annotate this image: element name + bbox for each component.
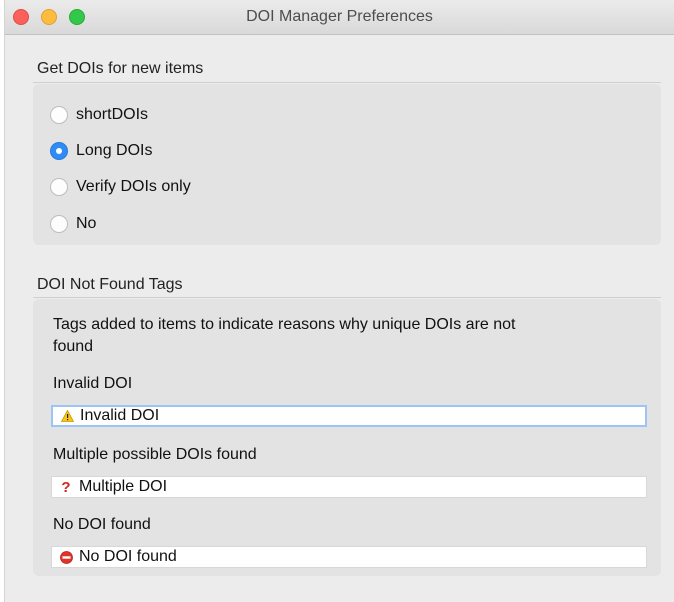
invalid-doi-label: Invalid DOI xyxy=(53,375,133,392)
radio-long-dois[interactable]: Long DOIs xyxy=(50,139,152,163)
radio-circle-icon[interactable] xyxy=(50,178,68,196)
question-icon: ? xyxy=(61,478,71,496)
invalid-doi-tag-field[interactable]: Invalid DOI xyxy=(51,405,647,427)
radio-shortdois[interactable]: shortDOIs xyxy=(50,103,148,127)
radio-label: Long DOIs xyxy=(76,142,153,159)
multiple-doi-tag-field[interactable]: ? Multiple DOI xyxy=(51,476,647,498)
multiple-doi-tag-value: Multiple DOI xyxy=(79,478,168,495)
no-doi-found-label: No DOI found xyxy=(53,516,151,533)
window-title: DOI Manager Preferences xyxy=(246,8,433,25)
section-divider xyxy=(33,82,661,83)
multiple-dois-label: Multiple possible DOIs found xyxy=(53,446,257,463)
no-doi-found-tag-field[interactable]: No DOI found xyxy=(51,546,647,568)
no-entry-icon xyxy=(59,550,73,564)
preferences-window: DOI Manager Preferences Get DOIs for new… xyxy=(4,0,674,602)
title-bar: DOI Manager Preferences xyxy=(5,0,674,35)
tags-description-line1: Tags added to items to indicate reasons … xyxy=(53,316,516,333)
radio-label: shortDOIs xyxy=(76,106,149,123)
radio-circle-icon[interactable] xyxy=(50,106,68,124)
radio-label: Verify DOIs only xyxy=(76,178,191,195)
radio-circle-icon[interactable] xyxy=(50,215,68,233)
radio-no[interactable]: No xyxy=(50,212,96,236)
no-doi-found-tag-value: No DOI found xyxy=(79,548,177,565)
radio-verify-dois-only[interactable]: Verify DOIs only xyxy=(50,175,191,199)
section-divider xyxy=(33,297,661,298)
tags-description-line2: found xyxy=(53,338,94,355)
radio-selected-icon[interactable] xyxy=(50,142,68,160)
warning-icon xyxy=(60,410,74,422)
radio-label: No xyxy=(76,215,97,232)
tags-section-title: DOI Not Found Tags xyxy=(37,276,183,293)
tags-group xyxy=(33,299,661,576)
invalid-doi-tag-value: Invalid DOI xyxy=(80,407,160,424)
doi-section-title: Get DOIs for new items xyxy=(37,60,204,77)
